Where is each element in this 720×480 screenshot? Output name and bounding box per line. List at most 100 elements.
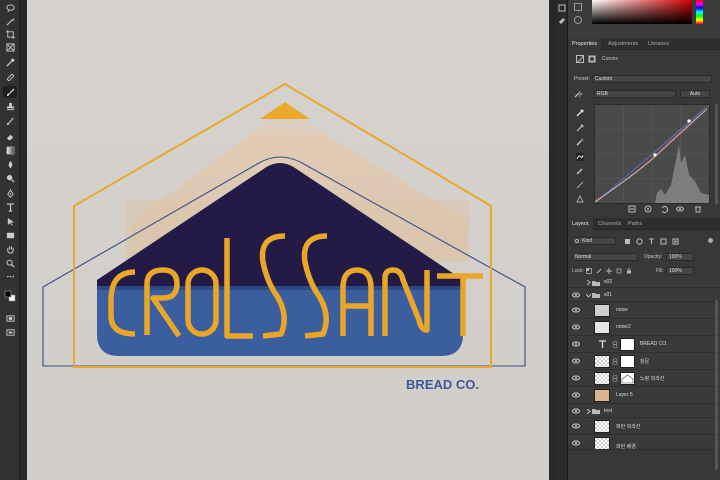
quick-mask-icon[interactable] [3, 312, 17, 324]
blur-icon[interactable] [3, 158, 17, 170]
filter-smart-object-icon[interactable] [672, 238, 679, 245]
dodge-icon[interactable] [3, 172, 17, 184]
view-previous-icon[interactable] [644, 205, 652, 213]
hand-icon[interactable] [3, 243, 17, 255]
layers-scrollbar[interactable] [715, 300, 718, 470]
eye-icon[interactable] [572, 439, 580, 447]
gray-point-eyedropper-icon[interactable] [576, 124, 584, 132]
fill-input[interactable]: 100% [666, 267, 694, 275]
color-field[interactable] [592, 0, 692, 24]
pencil-curve-icon[interactable] [576, 167, 584, 175]
layer-row-blue-outline[interactable]: 파란 외곽선 [568, 418, 720, 435]
layer-row-layer-5[interactable]: Layer 5 [568, 387, 720, 404]
reset-icon[interactable] [660, 205, 668, 213]
preset-select[interactable]: Custom [592, 75, 712, 83]
tab-paths[interactable]: Paths [624, 218, 646, 230]
more-tools-icon[interactable] [3, 270, 17, 282]
layer-mask-thumbnail[interactable] [620, 355, 635, 368]
smooth-curve-icon[interactable] [576, 181, 584, 189]
gradient-icon[interactable] [3, 144, 17, 156]
crop-icon[interactable] [3, 28, 17, 40]
properties-scrollbar[interactable] [715, 104, 718, 204]
document-canvas[interactable]: BREAD CO. [27, 0, 549, 480]
layer-mask-thumbnail[interactable] [620, 372, 635, 385]
clone-stamp-icon[interactable] [3, 100, 17, 112]
layer-row-blue-background[interactable]: 파란 배경 [568, 435, 720, 450]
tab-channels[interactable]: Channels [594, 218, 625, 230]
clip-to-layer-icon[interactable] [628, 205, 636, 213]
white-point-eyedropper-icon[interactable] [576, 109, 584, 117]
canvas-area[interactable]: BREAD CO. [20, 0, 556, 480]
history-brush-icon[interactable] [3, 115, 17, 127]
eye-icon[interactable] [572, 306, 580, 314]
healing-brush-icon[interactable] [3, 71, 17, 83]
layer-row-yellow-outline[interactable]: 노랑 외곽선 [568, 370, 720, 387]
chevron-down-icon[interactable] [586, 293, 591, 298]
layer-row-bread-co[interactable]: BREAD CO. [568, 336, 720, 353]
eye-icon[interactable] [572, 374, 580, 382]
layer-row-noise[interactable]: noise [568, 302, 720, 319]
eye-icon[interactable] [572, 357, 580, 365]
brush-icon[interactable] [3, 86, 17, 98]
link-icon[interactable] [612, 358, 618, 365]
lock-transparent-icon[interactable] [586, 268, 592, 274]
layer-row-s01[interactable]: s01 [568, 288, 720, 302]
layer-row-text[interactable]: text [568, 404, 720, 418]
layer-mask-icon[interactable] [588, 55, 596, 63]
type-icon[interactable] [3, 201, 17, 213]
filter-toggle-icon[interactable] [708, 238, 713, 243]
trash-icon[interactable] [694, 205, 702, 213]
path-select-icon[interactable] [3, 215, 17, 227]
rectangle-icon[interactable] [3, 229, 17, 241]
lock-all-icon[interactable] [626, 268, 632, 274]
layer-row-noise2[interactable]: noise2 [568, 319, 720, 336]
opacity-input[interactable]: 100% [666, 253, 694, 261]
filter-shape-icon[interactable] [660, 238, 667, 245]
visibility-icon[interactable] [676, 205, 684, 213]
black-point-eyedropper-icon[interactable] [576, 138, 584, 146]
lock-image-icon[interactable] [596, 268, 602, 274]
eye-icon[interactable] [572, 291, 580, 299]
tab-adjustments[interactable]: Adjustments [604, 38, 642, 50]
filter-pixel-icon[interactable] [624, 238, 631, 245]
eye-icon[interactable] [572, 340, 580, 348]
lasso-icon[interactable] [3, 2, 17, 14]
lock-position-icon[interactable] [606, 268, 612, 274]
swatches-panel-icon[interactable] [558, 16, 566, 24]
magic-wand-icon[interactable] [3, 15, 17, 27]
filter-kind-select[interactable]: Kind [572, 237, 616, 245]
eyedropper-icon[interactable] [3, 56, 17, 68]
filter-adjustment-icon[interactable] [636, 238, 643, 245]
auto-button[interactable]: Auto [680, 90, 710, 98]
tab-libraries[interactable]: Libraries [644, 38, 673, 50]
color-panel[interactable] [568, 0, 720, 38]
eye-icon[interactable] [572, 422, 580, 430]
eye-icon[interactable] [572, 323, 580, 331]
target-adjust-icon[interactable] [574, 90, 583, 98]
frame-icon[interactable] [3, 41, 17, 53]
color-swatches-icon[interactable] [3, 286, 17, 306]
hue-slider[interactable] [696, 0, 703, 24]
history-panel-icon[interactable] [558, 4, 566, 12]
channel-select[interactable]: RGB [594, 90, 676, 98]
filter-type-icon[interactable] [648, 238, 655, 245]
curves-graph[interactable] [594, 104, 710, 204]
chevron-right-icon[interactable] [586, 280, 591, 285]
layer-mask-thumbnail[interactable] [620, 338, 635, 351]
lock-artboard-icon[interactable] [616, 268, 622, 274]
color-wheel-icon[interactable] [574, 16, 582, 24]
blend-mode-select[interactable]: Normal [572, 253, 638, 261]
screen-mode-icon[interactable] [3, 326, 17, 338]
eye-icon[interactable] [572, 391, 580, 399]
layer-row-window[interactable]: 창문 [568, 353, 720, 370]
link-icon[interactable] [612, 375, 618, 382]
tab-properties[interactable]: Properties [568, 38, 602, 50]
eye-icon[interactable] [572, 407, 580, 415]
fg-color-icon[interactable] [574, 3, 582, 11]
link-icon[interactable] [612, 341, 618, 348]
chevron-right-icon[interactable] [586, 409, 591, 414]
curve-point-tool-icon[interactable] [576, 153, 584, 161]
layer-row-s02[interactable]: s02 [568, 278, 720, 288]
pen-icon[interactable] [3, 187, 17, 199]
tab-layers[interactable]: Layers [568, 218, 593, 230]
